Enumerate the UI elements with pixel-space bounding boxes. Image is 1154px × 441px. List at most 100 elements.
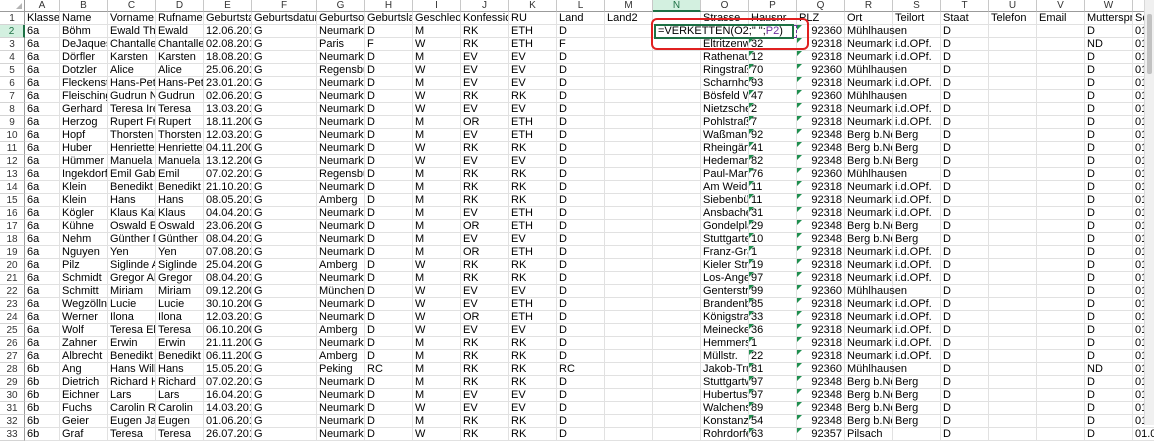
column-header-e[interactable]: E [204,0,252,12]
table-cell[interactable] [605,220,653,233]
table-cell[interactable]: 92318 [797,298,845,311]
table-cell[interactable]: M [413,181,461,194]
table-cell[interactable]: Lucie [108,298,156,311]
table-cell[interactable]: D [557,51,605,64]
table-cell[interactable]: RK [461,90,509,103]
table-cell[interactable]: Berg b.Ne [845,129,893,142]
table-cell[interactable]: Paul-Martir [701,168,749,181]
table-cell[interactable]: Neumarkt [317,155,365,168]
table-cell[interactable]: 92318 [797,181,845,194]
table-cell[interactable]: Gondelplat [701,220,749,233]
row-header[interactable]: 3 [0,38,25,51]
table-cell[interactable]: EV [509,77,557,90]
table-cell[interactable]: G [252,168,317,181]
table-cell[interactable]: M [413,233,461,246]
table-cell[interactable] [605,194,653,207]
row-header[interactable]: 13 [0,168,25,181]
table-cell[interactable]: D [1085,415,1133,428]
table-cell[interactable]: D [557,155,605,168]
table-cell[interactable] [989,363,1037,376]
table-cell[interactable] [989,337,1037,350]
table-cell[interactable]: EV [461,324,509,337]
table-cell[interactable]: Ilona [108,311,156,324]
table-cell[interactable]: 6b [25,402,60,415]
table-cell[interactable]: 92348 [797,129,845,142]
table-cell[interactable]: RK [509,363,557,376]
table-cell[interactable]: D [365,220,413,233]
table-cell[interactable]: M [413,129,461,142]
table-cell[interactable]: F [365,38,413,51]
table-cell[interactable] [1037,207,1085,220]
table-cell[interactable]: Berg b.Ne [845,376,893,389]
table-cell[interactable]: i.d.OPf. [893,77,941,90]
table-cell[interactable] [653,129,701,142]
table-cell[interactable]: Neumarkt [317,51,365,64]
table-cell[interactable]: Hans Willi [108,363,156,376]
table-cell[interactable]: i.d.OPf. [893,181,941,194]
table-cell[interactable]: D [1085,194,1133,207]
table-cell[interactable]: EV [509,233,557,246]
table-cell[interactable]: Günther [156,233,204,246]
table-cell[interactable]: Regensbur [317,64,365,77]
table-cell[interactable]: München [317,285,365,298]
table-cell[interactable]: 92348 [797,389,845,402]
table-cell[interactable] [1037,129,1085,142]
table-cell[interactable] [653,181,701,194]
header-cell[interactable]: Land [557,12,605,25]
table-cell[interactable] [1037,402,1085,415]
table-cell[interactable]: G [252,337,317,350]
table-cell[interactable]: G [252,233,317,246]
table-cell[interactable]: 92318 [797,194,845,207]
table-cell[interactable]: 06.11.200 [204,350,252,363]
table-cell[interactable]: 25.04.200 [204,259,252,272]
table-cell[interactable]: D [1085,259,1133,272]
table-cell[interactable]: D [557,350,605,363]
table-cell[interactable]: Neumarkt [845,51,893,64]
table-cell[interactable] [893,428,941,441]
table-cell[interactable]: 6a [25,272,60,285]
table-cell[interactable]: D [365,415,413,428]
table-cell[interactable]: D [365,428,413,441]
table-cell[interactable]: G [252,103,317,116]
table-cell[interactable]: G [252,142,317,155]
table-cell[interactable]: RC [365,363,413,376]
table-cell[interactable]: Berg [893,155,941,168]
table-cell[interactable] [989,116,1037,129]
table-cell[interactable]: D [941,168,989,181]
header-cell[interactable]: Vorname [108,12,156,25]
table-cell[interactable]: RK [509,194,557,207]
table-cell[interactable]: G [252,272,317,285]
table-cell[interactable]: Neumarkt [317,103,365,116]
column-header-m[interactable]: M [605,0,653,12]
table-cell[interactable] [1037,220,1085,233]
table-cell[interactable]: Gerhard [60,103,108,116]
table-cell[interactable]: 07.02.201 [204,376,252,389]
table-cell[interactable]: Manuela [156,155,204,168]
table-cell[interactable]: D [1085,181,1133,194]
table-cell[interactable] [605,402,653,415]
table-cell[interactable]: RK [461,168,509,181]
table-cell[interactable]: EV [461,285,509,298]
table-cell[interactable]: Neumarkt [845,311,893,324]
table-cell[interactable]: 76 [749,168,797,181]
header-cell[interactable]: Staat [941,12,989,25]
table-cell[interactable] [653,402,701,415]
table-cell[interactable]: 22 [749,350,797,363]
table-cell[interactable] [605,129,653,142]
table-cell[interactable]: Thorsten [156,129,204,142]
table-cell[interactable]: 92318 [797,207,845,220]
table-cell[interactable]: RC [557,363,605,376]
table-cell[interactable]: D [557,129,605,142]
table-cell[interactable]: ETH [509,298,557,311]
table-cell[interactable]: D [1085,129,1133,142]
table-cell[interactable]: Neumarkt [845,194,893,207]
table-cell[interactable]: ETH [509,116,557,129]
table-cell[interactable]: 6a [25,116,60,129]
table-cell[interactable]: Jakob-Trur [701,363,749,376]
table-cell[interactable]: Gregor [156,272,204,285]
table-cell[interactable]: i.d.OPf. [893,246,941,259]
table-cell[interactable] [893,285,941,298]
table-cell[interactable]: 29 [749,220,797,233]
table-cell[interactable]: M [413,337,461,350]
table-cell[interactable]: 6a [25,207,60,220]
